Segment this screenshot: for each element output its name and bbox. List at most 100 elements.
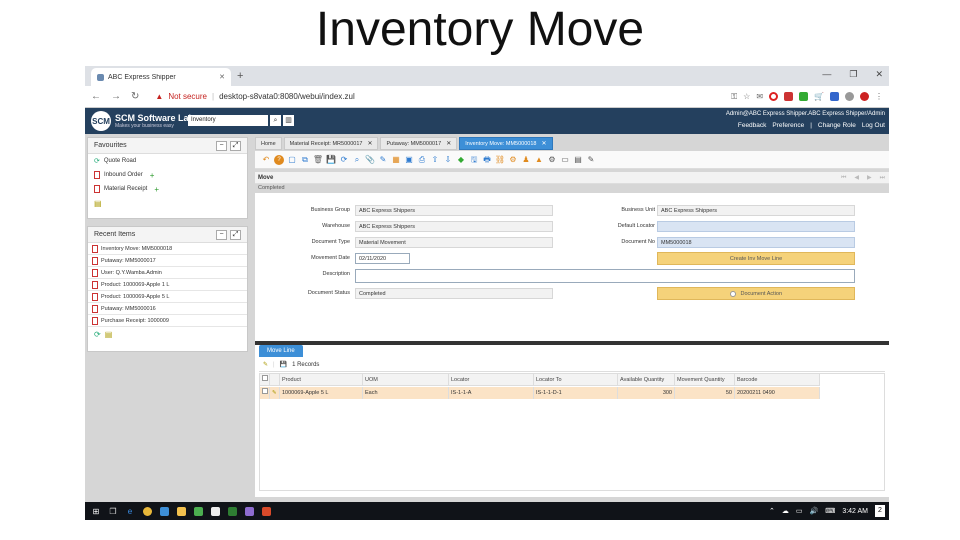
arrow-down-icon[interactable]: ⇩ xyxy=(443,155,453,165)
cart-icon[interactable]: 🛒 xyxy=(814,92,824,101)
notes-icon[interactable] xyxy=(193,506,203,516)
expand-icon[interactable]: ⤢ xyxy=(230,140,241,151)
spreadsheet-icon[interactable] xyxy=(227,506,237,516)
chart-icon[interactable]: ▥ xyxy=(283,115,294,126)
column-header-movement-quantity[interactable]: Movement Quantity xyxy=(675,373,735,386)
recent-item[interactable]: Product: 1000069-Apple 1 L xyxy=(88,279,247,291)
pdf-extension-icon[interactable] xyxy=(784,92,794,101)
blue-extension-icon[interactable] xyxy=(830,92,839,101)
refresh-icon[interactable]: ⟳ xyxy=(94,330,101,339)
feedback-link[interactable]: Feedback xyxy=(738,122,767,129)
settings-icon[interactable]: ⚙ xyxy=(547,155,557,165)
row-checkbox[interactable] xyxy=(262,388,268,394)
favourite-item[interactable]: ⟳ Quote Road xyxy=(88,154,247,168)
mail-icon[interactable]: ✉ xyxy=(756,92,763,101)
key-icon[interactable]: ⚿ xyxy=(731,92,737,102)
add-new-icon[interactable]: + xyxy=(154,185,159,194)
refresh-icon[interactable]: ⟳ xyxy=(339,155,349,165)
workflow-icon[interactable]: ⚙ xyxy=(508,155,518,165)
print-icon[interactable]: 🖶 xyxy=(482,155,492,165)
create-move-line-button[interactable]: Create Inv Move Line xyxy=(657,252,855,265)
requests-icon[interactable]: ♟ xyxy=(521,155,531,165)
recent-item[interactable]: Inventory Move: MM5000018 xyxy=(88,243,247,255)
cell-uom[interactable]: Each xyxy=(363,387,449,399)
bookmark-star-icon[interactable]: ☆ xyxy=(743,92,750,101)
edit-list-icon[interactable]: ▤ xyxy=(94,199,102,208)
column-header-available-quantity[interactable]: Available Quantity xyxy=(618,373,675,386)
select-all-cell[interactable] xyxy=(260,373,270,386)
export-icon[interactable]: ▤ xyxy=(573,155,583,165)
column-header-locator-to[interactable]: Locator To xyxy=(534,373,618,386)
app-logo[interactable]: SCM SCM Software Lab Makes your business… xyxy=(91,111,194,131)
delete-icon[interactable]: 🗑 xyxy=(313,155,323,165)
chat-icon[interactable]: ✎ xyxy=(378,155,388,165)
product-info-icon[interactable]: ▲ xyxy=(534,155,544,165)
opera-icon[interactable] xyxy=(769,92,779,101)
select-all-checkbox[interactable] xyxy=(262,374,268,381)
cell-available-quantity[interactable]: 300 xyxy=(618,387,675,399)
previous-record-icon[interactable]: ◀ xyxy=(854,172,859,184)
business-group-field[interactable]: ABC Express Shippers xyxy=(355,205,553,216)
file-explorer-icon[interactable] xyxy=(176,506,186,516)
start-icon[interactable]: ⊞ xyxy=(91,506,101,516)
first-record-icon[interactable]: ⏮ xyxy=(841,172,846,184)
profile-avatar[interactable] xyxy=(860,92,869,101)
edit-icon[interactable]: ✎ xyxy=(586,155,596,165)
edge-icon[interactable]: e xyxy=(125,506,135,516)
attachment-icon[interactable]: 📎 xyxy=(365,155,375,165)
keyboard-icon[interactable]: ⌨ xyxy=(825,507,835,515)
notification-badge[interactable]: 2 xyxy=(875,505,885,517)
save-icon[interactable]: 💾 xyxy=(280,361,287,368)
cell-locator-to[interactable]: IS-1-1-D-1 xyxy=(534,387,618,399)
cell-movement-quantity[interactable]: 50 xyxy=(675,387,735,399)
row-select-cell[interactable] xyxy=(260,387,270,399)
next-record-icon[interactable]: ▶ xyxy=(867,172,872,184)
column-header-product[interactable]: Product xyxy=(280,373,363,386)
cloud-icon[interactable]: ☁ xyxy=(782,507,789,515)
table-row[interactable]: ✎ 1000069-Apple 5 L Each IS-1-1-A IS-1-1… xyxy=(260,387,820,399)
print-preview-icon[interactable]: ⎙ xyxy=(417,155,427,165)
document-action-button[interactable]: Document Action xyxy=(657,287,855,300)
app-icon[interactable] xyxy=(159,506,169,516)
help-icon[interactable]: ? xyxy=(274,154,284,165)
tab-home[interactable]: Home xyxy=(255,137,282,150)
cell-product[interactable]: 1000069-Apple 5 L xyxy=(280,387,363,399)
business-unit-field[interactable]: ABC Express Shippers xyxy=(657,205,855,216)
close-tab-icon[interactable]: ✕ xyxy=(541,140,546,147)
undo-icon[interactable]: ↶ xyxy=(261,155,271,165)
back-icon[interactable]: ← xyxy=(91,91,101,102)
logout-link[interactable]: Log Out xyxy=(862,122,885,129)
window-icon[interactable]: ▭ xyxy=(560,155,570,165)
description-field[interactable] xyxy=(355,269,855,283)
gray-extension-icon[interactable] xyxy=(845,92,854,101)
last-record-icon[interactable]: ⏭ xyxy=(880,172,885,184)
chrome-icon[interactable] xyxy=(142,506,152,516)
collapse-icon[interactable]: − xyxy=(216,140,227,151)
find-icon[interactable]: ⌕ xyxy=(352,155,362,165)
tab-material-receipt[interactable]: Material Receipt: MR5000017 ✕ xyxy=(283,137,379,150)
reload-icon[interactable]: ↻ xyxy=(131,91,139,102)
doc-type-field[interactable]: Material Movement xyxy=(355,237,553,248)
grid-toggle-icon[interactable]: ▦ xyxy=(391,155,401,165)
search-icon[interactable]: ⌕ xyxy=(270,115,281,126)
close-tab-icon[interactable]: ✕ xyxy=(219,73,225,81)
browser-tab[interactable]: ABC Express Shipper ✕ xyxy=(91,68,231,86)
add-new-icon[interactable]: + xyxy=(150,171,155,180)
cell-locator[interactable]: IS-1-1-A xyxy=(449,387,534,399)
edit-icon[interactable]: ✎ xyxy=(263,361,268,368)
forward-icon[interactable]: → xyxy=(111,91,121,102)
expand-icon[interactable]: ⤢ xyxy=(230,229,241,240)
report-icon[interactable]: ◆ xyxy=(456,155,466,165)
close-tab-icon[interactable]: ✕ xyxy=(446,140,451,147)
close-tab-icon[interactable]: ✕ xyxy=(367,140,372,147)
tray-chevron-icon[interactable]: ⌃ xyxy=(769,507,775,515)
doc-no-field[interactable]: MM5000018 xyxy=(657,237,855,248)
tab-inventory-move[interactable]: Inventory Move: MM5000018 ✕ xyxy=(459,137,553,150)
clock-time[interactable]: 3:42 AM xyxy=(842,508,868,515)
recent-item[interactable]: Putaway: MM5000017 xyxy=(88,255,247,267)
save-icon[interactable]: 💾 xyxy=(326,155,336,165)
menu-icon[interactable]: ⋮ xyxy=(875,92,883,101)
cell-barcode[interactable]: 20200211 0490 xyxy=(735,387,820,399)
favourite-item[interactable]: Material Receipt + xyxy=(88,182,247,196)
close-window-icon[interactable]: ✕ xyxy=(875,69,883,80)
